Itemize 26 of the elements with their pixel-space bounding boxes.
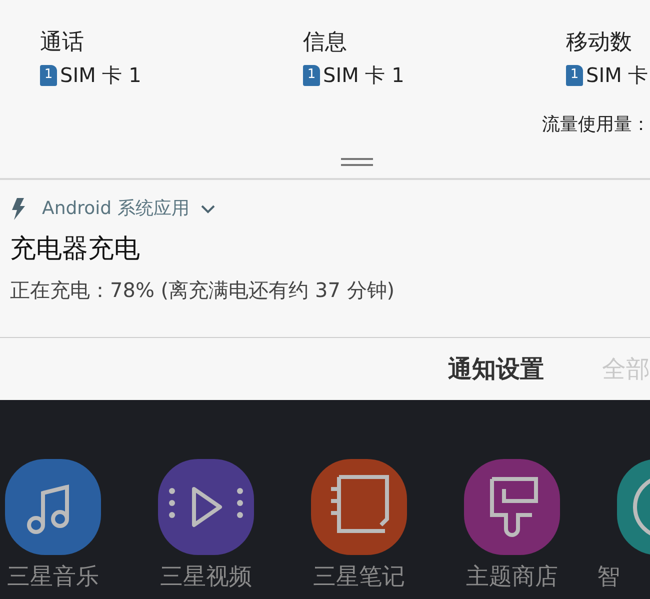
sim-card-icon: 1	[566, 64, 583, 86]
drag-handle-icon[interactable]	[341, 158, 373, 166]
notification-title: 充电器充电	[10, 233, 141, 266]
notification-text: 正在充电：78% (离充满电还有约 37 分钟)	[10, 277, 396, 304]
app-label: 三星音乐	[7, 563, 99, 591]
setting-title: 通话	[40, 29, 85, 57]
lightning-icon	[10, 198, 26, 220]
sim-label[interactable]: SIM 卡	[586, 60, 648, 90]
app-label: 三星视频	[160, 563, 252, 591]
chevron-down-icon[interactable]	[201, 204, 216, 214]
sim-card-icon: 1	[303, 64, 320, 86]
action-button[interactable]: 通知设置	[448, 351, 544, 387]
app-label: 三星笔记	[313, 563, 405, 591]
sim-card-icon: 1	[40, 64, 57, 86]
sim-label[interactable]: SIM 卡 1	[323, 60, 404, 90]
app-name: Android 系统应用	[42, 197, 190, 221]
app-icon[interactable]	[5, 459, 101, 555]
app-icon[interactable]	[464, 459, 560, 555]
data-usage-label: 流量使用量：	[542, 113, 650, 137]
sim-label[interactable]: SIM 卡 1	[60, 60, 142, 90]
setting-title: 信息	[303, 29, 348, 57]
setting-title: 移动数	[566, 29, 633, 57]
app-icon[interactable]	[158, 459, 254, 555]
app-icon[interactable]	[311, 459, 407, 555]
app-label: 智	[597, 563, 620, 591]
app-label: 主题商店	[466, 563, 558, 591]
